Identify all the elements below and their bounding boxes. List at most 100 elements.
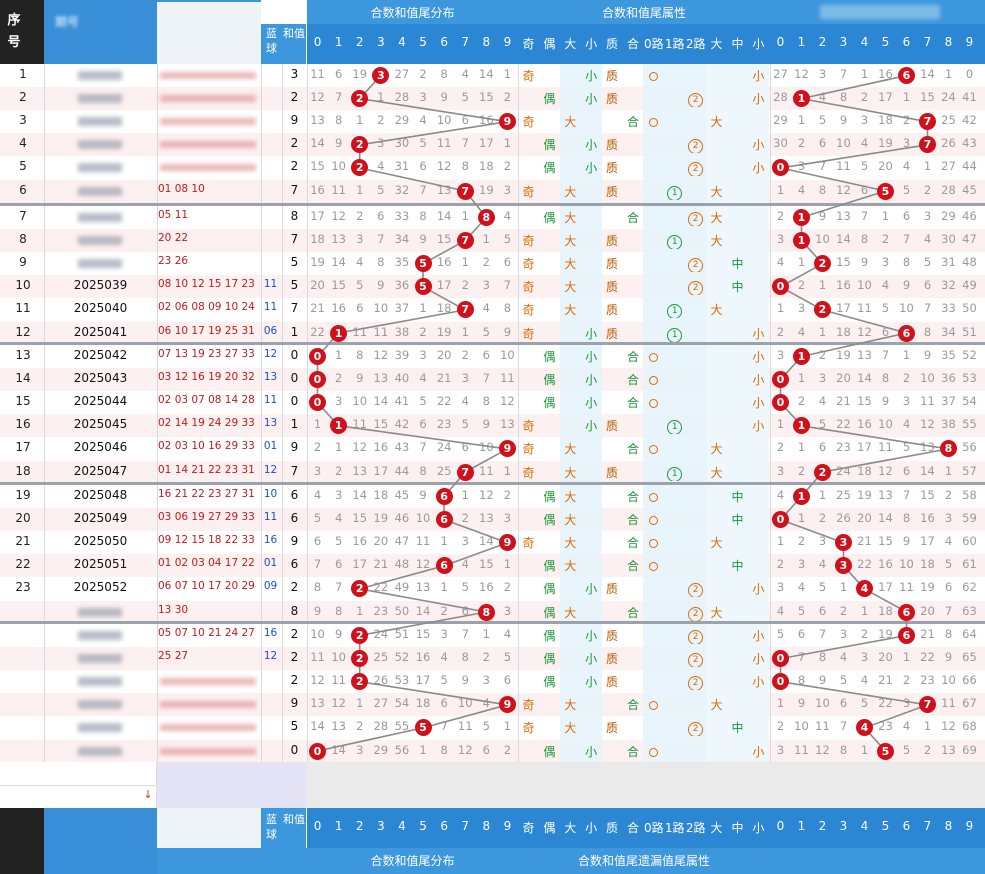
dist-trend-line xyxy=(443,541,508,567)
footer-attr-10: 中 xyxy=(731,821,744,835)
dist-ball: 5 xyxy=(414,255,432,273)
dist-ball: 7 xyxy=(456,232,474,250)
footer-blue-label: 蓝球 xyxy=(266,813,277,841)
miss-ball: 1 xyxy=(793,348,810,365)
footer-attr-1: 偶 xyxy=(543,821,556,835)
miss-trend-line xyxy=(801,425,949,450)
footer-attr-7: 1路 xyxy=(664,821,685,835)
miss-ball: 0 xyxy=(772,650,789,668)
footer-miss-digit-6: 6 xyxy=(902,819,911,833)
miss-ball: 1 xyxy=(793,90,810,108)
miss-trend-line xyxy=(780,167,886,192)
miss-trend-line xyxy=(801,97,928,123)
footer-miss-digit-7: 7 xyxy=(923,819,932,833)
footer-digit-3: 3 xyxy=(377,819,385,833)
dist-ball: 9 xyxy=(498,534,516,552)
dist-ball: 9 xyxy=(498,113,516,131)
footer-attr-4: 质 xyxy=(606,821,619,835)
dist-trend-line xyxy=(317,727,424,752)
dist-ball: 6 xyxy=(435,557,453,575)
dist-trend-line xyxy=(359,611,487,637)
dist-ball: 7 xyxy=(456,182,474,200)
trend-lines xyxy=(316,74,949,752)
footer-seq-cell xyxy=(0,808,44,874)
footer-group3-bg xyxy=(770,848,985,874)
miss-ball: 1 xyxy=(793,488,810,505)
dist-trend-line xyxy=(338,425,508,450)
footer-miss-digit-8: 8 xyxy=(944,819,953,833)
miss-trend-line xyxy=(780,144,928,169)
footer-digit-8: 8 xyxy=(482,819,491,833)
dist-trend-line xyxy=(359,167,466,192)
footer-miss-digit-4: 4 xyxy=(860,819,869,833)
footer-digit-4: 4 xyxy=(398,819,406,833)
footer-dropdown-line xyxy=(0,785,157,786)
footer-group1-title: 合数和值尾分布 xyxy=(370,854,455,868)
dist-ball: 5 xyxy=(414,719,432,737)
footer-miss-digit-1: 1 xyxy=(797,819,806,833)
miss-ball: 6 xyxy=(898,324,915,342)
footer-digit-9: 9 xyxy=(503,819,512,833)
miss-trend-line xyxy=(822,309,907,334)
footer-miss-digit-9: 9 xyxy=(965,819,974,833)
footer-attr-11: 小 xyxy=(752,821,765,835)
miss-ball: 0 xyxy=(772,371,789,389)
footer-digit-0: 0 xyxy=(313,819,322,833)
miss-ball: 6 xyxy=(898,67,915,84)
footer-digit-6: 6 xyxy=(440,819,448,833)
dist-ball: 6 xyxy=(435,511,453,529)
footer-attr-8: 2路 xyxy=(685,821,706,835)
footer-blank-lilac xyxy=(157,762,307,808)
trend-chart: 序号 期号 蓝球 和值 合数和值尾分布 合数和值尾属性 0 1 2 3 4 5 6 7 8 9 奇偶大小质合 0路… xyxy=(0,0,985,874)
footer-digit-2: 2 xyxy=(355,819,364,833)
dist-trend-line xyxy=(359,565,445,590)
dist-trend-line xyxy=(359,120,508,146)
miss-ball: 1 xyxy=(793,209,810,226)
dist-ball: 7 xyxy=(456,463,474,481)
footer-sum-label: 和值 xyxy=(283,813,305,826)
footer-miss-digit-0: 0 xyxy=(776,819,785,833)
footer-attr-5: 合 xyxy=(626,821,639,835)
footer-attr-3: 小 xyxy=(585,821,598,835)
miss-ball: 6 xyxy=(898,603,915,621)
dist-ball: 0 xyxy=(309,371,326,389)
footer-arrow-icon[interactable]: ↓ xyxy=(142,788,154,802)
miss-trend-line xyxy=(801,190,886,219)
footer-period-cell xyxy=(44,808,157,874)
dist-trend-line xyxy=(338,309,466,334)
miss-trend-line xyxy=(780,680,928,706)
dist-ball: 0 xyxy=(309,742,326,760)
footer-digit-1: 1 xyxy=(334,819,343,833)
footer-digit-5: 5 xyxy=(419,819,427,833)
footer-miss-digit-2: 2 xyxy=(818,819,827,833)
dist-ball: 6 xyxy=(435,488,453,505)
miss-ball: 2 xyxy=(814,463,831,481)
dist-ball: 7 xyxy=(456,301,474,319)
miss-trend-line xyxy=(780,518,844,544)
miss-ball: 6 xyxy=(898,627,915,644)
footer-attr-9: 大 xyxy=(710,821,723,835)
dist-trend-line xyxy=(422,704,508,729)
miss-ball: 0 xyxy=(772,511,789,529)
footer-group2-title: 合数和值尾遗漏值尾属性 xyxy=(577,854,710,868)
dist-ball: 8 xyxy=(477,209,495,226)
dist-ball: 0 xyxy=(309,348,326,365)
miss-trend-line xyxy=(801,74,907,100)
miss-ball: 5 xyxy=(877,182,894,200)
footer-attr-0: 奇 xyxy=(522,821,535,835)
dist-ball: 1 xyxy=(330,324,348,342)
dist-trend-line xyxy=(359,680,508,706)
miss-trend-line xyxy=(864,704,928,729)
miss-trend-line xyxy=(822,448,949,473)
dist-trend-line xyxy=(443,518,508,544)
miss-trend-line xyxy=(780,634,907,660)
dist-ball: 5 xyxy=(414,278,432,296)
footer-digit-7: 7 xyxy=(461,819,470,833)
dist-trend-line xyxy=(359,588,487,613)
miss-ball: 5 xyxy=(877,742,894,760)
footer-miss-digit-5: 5 xyxy=(881,819,890,833)
footer-miss-digit-3: 3 xyxy=(839,819,848,833)
miss-ball: 1 xyxy=(793,232,810,250)
footer-attr-2: 大 xyxy=(564,821,577,835)
footer-reds-cell xyxy=(157,808,261,848)
